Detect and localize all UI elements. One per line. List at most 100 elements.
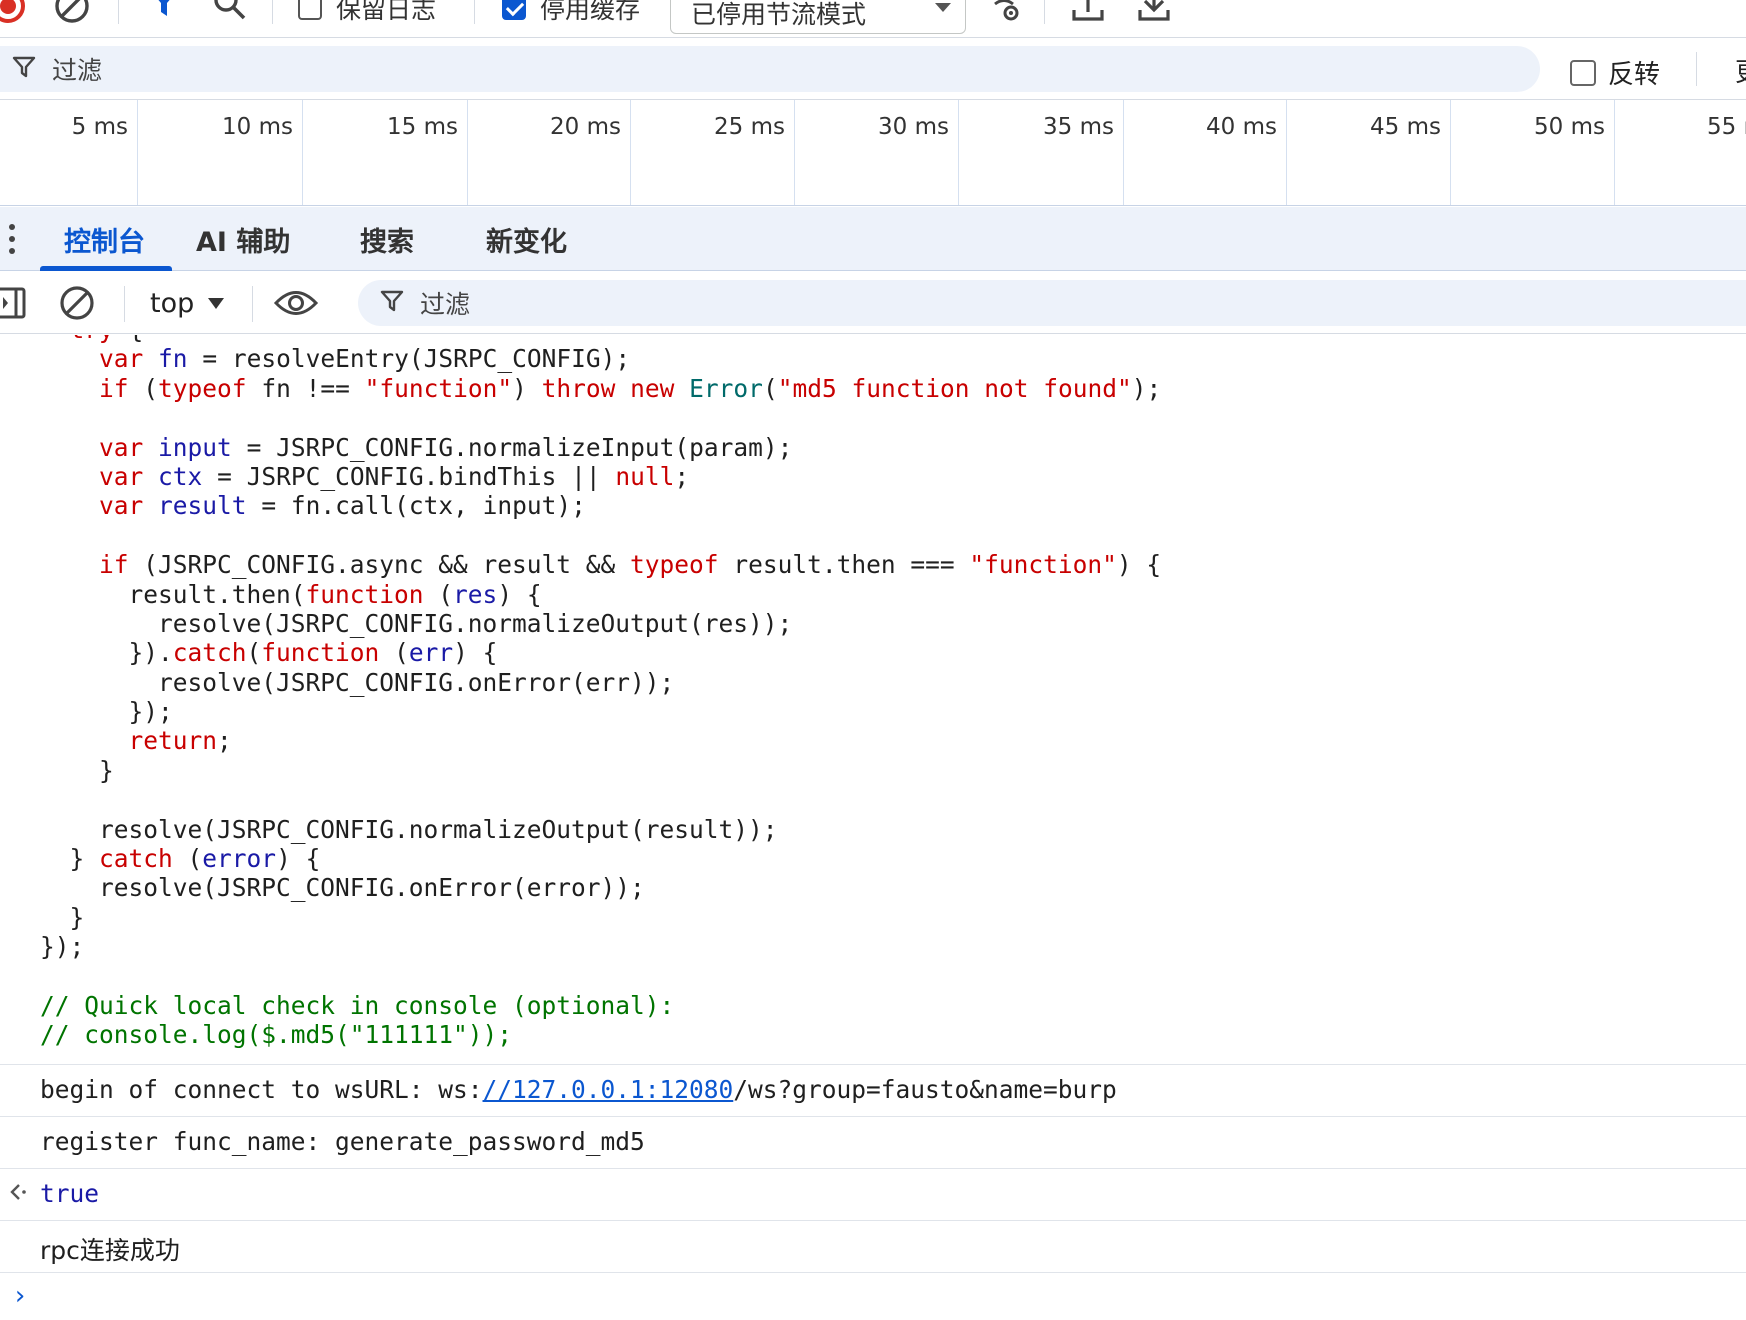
tab-label: 控制台 — [64, 226, 145, 258]
code-line: try { — [40, 335, 1161, 344]
tab-ai-assistance[interactable]: AI 辅助 — [196, 207, 290, 271]
code-line: resolve(JSRPC_CONFIG.normalizeOutput(res… — [40, 608, 793, 638]
timeline-tick: 15 ms — [303, 100, 468, 205]
record-icon[interactable] — [0, 0, 28, 26]
code-line: if (typeof fn !== "function") throw new … — [99, 373, 1162, 403]
log-text: rpc连接成功 — [40, 1236, 180, 1265]
active-tab-indicator — [40, 266, 172, 271]
code-line: resolve(JSRPC_CONFIG.normalizeOutput(res… — [40, 814, 778, 844]
context-value: top — [150, 287, 195, 319]
timeline-tick: 30 ms — [795, 100, 959, 205]
throttling-select[interactable]: 已停用节流模式 — [670, 0, 966, 34]
return-arrow-icon — [8, 1181, 28, 1209]
disable-cache-toggle[interactable]: 停用缓存 — [502, 0, 640, 26]
code-line: if (JSRPC_CONFIG.async && result && type… — [99, 550, 1162, 580]
invert-label: 反转 — [1608, 60, 1661, 90]
code-line: } — [40, 902, 85, 932]
network-conditions-icon[interactable] — [986, 0, 1022, 22]
code-line: var input = JSRPC_CONFIG.normalizeInput(… — [99, 432, 793, 462]
code-line: } catch (error) { — [40, 844, 321, 874]
console-log-message: rpc连接成功 — [0, 1220, 1746, 1272]
timeline-tick: 25 ms — [631, 100, 795, 205]
tab-label: 搜索 — [360, 226, 414, 258]
timeline-tick: 50 ms — [1451, 100, 1615, 205]
clear-console-icon[interactable] — [58, 284, 96, 326]
search-icon[interactable] — [212, 0, 248, 22]
invert-toggle[interactable]: 反转 — [1570, 54, 1660, 91]
console-log-message: begin of connect to wsURL: ws://127.0.0.… — [0, 1064, 1746, 1116]
tick-label: 10 ms — [222, 114, 293, 140]
clear-icon[interactable] — [52, 0, 92, 26]
console-prompt[interactable]: › — [0, 1272, 1746, 1320]
tick-label: 55 ms — [1707, 114, 1746, 140]
code-line: resolve(JSRPC_CONFIG.onError(error)); — [40, 873, 645, 903]
filter-placeholder: 过滤 — [52, 56, 103, 85]
tab-whats-new[interactable]: 新变化 — [486, 207, 567, 271]
code-line: // console.log($.md5("111111")); — [40, 1020, 513, 1050]
export-har-icon[interactable] — [1136, 0, 1172, 22]
live-expression-eye-icon[interactable] — [273, 288, 319, 322]
console-output[interactable]: try { var fn = resolveEntry(JSRPC_CONFIG… — [0, 335, 1746, 1320]
console-filter-placeholder: 过滤 — [420, 290, 471, 319]
timeline-tick: 45 ms — [1287, 100, 1451, 205]
code-line: }); — [40, 697, 173, 727]
more-filters-label[interactable]: 更 — [1735, 52, 1746, 89]
console-return-value: true — [0, 1168, 1746, 1220]
code-line: return; — [128, 726, 232, 756]
tick-label: 50 ms — [1534, 114, 1605, 140]
log-text: begin of connect to wsURL: ws: — [40, 1075, 483, 1104]
tick-label: 5 ms — [71, 114, 128, 140]
code-line: result.then(function (res) { — [40, 579, 542, 609]
tick-label: 30 ms — [878, 114, 949, 140]
filter-funnel-icon — [12, 55, 36, 83]
timeline-tick: 40 ms — [1124, 100, 1287, 205]
preserve-log-checkbox[interactable] — [298, 0, 322, 20]
drawer-tabbar: 控制台 AI 辅助 搜索 新变化 — [0, 207, 1746, 271]
tick-label: 35 ms — [1043, 114, 1114, 140]
console-log-message: register func_name: generate_password_md… — [0, 1116, 1746, 1168]
code-line: // Quick local check in console (optiona… — [40, 990, 675, 1020]
caret-down-icon — [208, 297, 225, 309]
import-har-icon[interactable] — [1070, 0, 1106, 22]
ws-url-link[interactable]: //127.0.0.1:12080 — [483, 1075, 734, 1104]
throttling-value: 已停用节流模式 — [691, 0, 867, 29]
timeline-tick: 35 ms — [959, 100, 1124, 205]
console-filter-input[interactable]: 过滤 — [358, 280, 1746, 326]
code-line: resolve(JSRPC_CONFIG.onError(err)); — [40, 667, 675, 697]
tick-label: 45 ms — [1370, 114, 1441, 140]
tick-label: 15 ms — [387, 114, 458, 140]
code-line: var ctx = JSRPC_CONFIG.bindThis || null; — [99, 461, 690, 491]
code-line: var fn = resolveEntry(JSRPC_CONFIG); — [99, 344, 631, 374]
timeline-tick: 5 ms — [0, 100, 138, 205]
sidebar-toggle-icon[interactable] — [0, 286, 30, 324]
timeline-tick: 20 ms — [468, 100, 631, 205]
tab-search[interactable]: 搜索 — [360, 207, 414, 271]
network-timeline[interactable]: 5 ms 10 ms 15 ms 20 ms 25 ms 30 ms 35 ms… — [0, 100, 1746, 206]
tab-label: 新变化 — [486, 226, 567, 258]
preserve-log-toggle[interactable]: 保留日志 — [298, 0, 436, 26]
network-filter-input[interactable]: 过滤 — [0, 46, 1540, 92]
invert-checkbox[interactable] — [1570, 59, 1596, 86]
code-line: var result = fn.call(ctx, input); — [99, 491, 586, 521]
return-value: true — [40, 1179, 100, 1208]
disable-cache-checkbox[interactable] — [502, 0, 526, 20]
log-text: register func_name: generate_password_md… — [40, 1127, 645, 1156]
filter-icon[interactable] — [148, 0, 180, 20]
tab-label: AI 辅助 — [196, 226, 291, 258]
tab-console[interactable]: 控制台 — [64, 207, 145, 271]
code-line: } — [40, 755, 114, 785]
timeline-tick: 55 ms — [1615, 100, 1746, 205]
code-line: }).catch(function (err) { — [40, 638, 498, 668]
timeline-tick: 10 ms — [138, 100, 303, 205]
log-text: /ws?group=fausto&name=burp — [733, 1075, 1117, 1104]
chevron-down-icon — [935, 3, 951, 12]
network-filter-bar: 过滤 反转 更 — [0, 38, 1746, 100]
context-selector[interactable]: top — [150, 284, 225, 322]
more-tabs-icon[interactable] — [9, 224, 15, 254]
tick-label: 25 ms — [714, 114, 785, 140]
console-toolbar: top 过滤 — [0, 272, 1746, 334]
